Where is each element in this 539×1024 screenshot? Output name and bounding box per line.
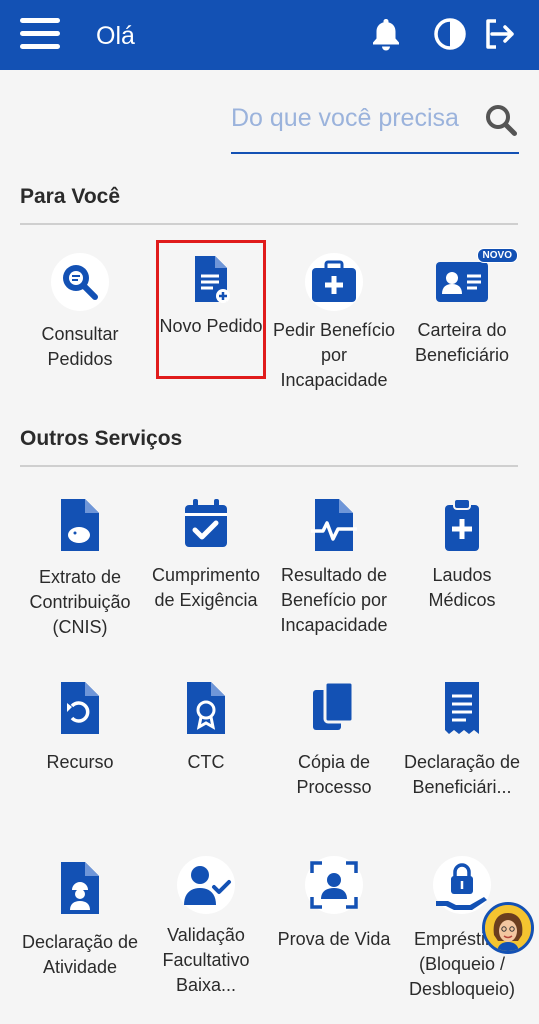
pulse-document-icon xyxy=(311,499,357,551)
new-badge: NOVO xyxy=(476,248,518,263)
tile-label: Recurso xyxy=(46,752,114,772)
tile-label: Resultado de Benefício por Incapacidade xyxy=(280,565,388,635)
tile-label: Cópia de Processo xyxy=(296,752,372,797)
tile-cumprimento-exigencia[interactable]: Cumprimento de Exigência xyxy=(142,495,270,613)
tile-label: Pedir Benefício por Incapacidade xyxy=(272,320,396,390)
tile-label: Consultar Pedidos xyxy=(41,324,119,369)
tile-label: CTC xyxy=(187,752,225,772)
tile-label: Laudos Médicos xyxy=(428,565,496,610)
undo-document-icon xyxy=(61,682,99,734)
greeting-title: Olá xyxy=(96,22,135,50)
tile-pedir-beneficio[interactable]: Pedir Benefício por Incapacidade xyxy=(270,252,398,393)
contrast-icon[interactable] xyxy=(432,16,468,52)
tile-declaracao-beneficiario[interactable]: Declaração de Beneficiári... xyxy=(398,680,526,800)
bell-icon[interactable] xyxy=(368,16,404,52)
logout-icon[interactable] xyxy=(482,16,518,52)
new-document-icon xyxy=(195,256,230,303)
tile-label: Declaração de Beneficiári... xyxy=(403,752,521,797)
tile-declaracao-atividade[interactable]: Declaração de Atividade xyxy=(16,860,144,980)
tile-carteira-beneficiario[interactable]: NOVO Carteira do Beneficiário xyxy=(398,248,526,368)
tile-laudos-medicos[interactable]: Laudos Médicos xyxy=(398,495,526,613)
tile-ctc[interactable]: CTC xyxy=(142,680,270,775)
tile-label: Declaração de Atividade xyxy=(21,932,139,977)
tile-validacao-facultativo[interactable]: Validação Facultativo Baixa... xyxy=(142,855,270,998)
assistant-avatar[interactable] xyxy=(482,902,534,954)
tile-prova-de-vida[interactable]: Prova de Vida xyxy=(270,855,398,952)
top-bar: Olá xyxy=(0,0,539,70)
worker-document-icon xyxy=(61,862,99,914)
copy-icon xyxy=(313,680,355,730)
section-title-para-voce: Para Você xyxy=(20,185,121,208)
tile-label: Cumprimento de Exigência xyxy=(151,565,261,610)
medical-clipboard-icon xyxy=(445,498,479,551)
search-field[interactable]: Do que você precisa xyxy=(231,96,519,154)
calendar-check-icon xyxy=(185,499,227,547)
tile-consultar-pedidos[interactable]: Consultar Pedidos xyxy=(16,252,144,372)
search-placeholder: Do que você precisa xyxy=(231,104,459,132)
tile-recurso[interactable]: Recurso xyxy=(16,680,144,775)
tile-novo-pedido[interactable]: Novo Pedido xyxy=(156,240,266,379)
tile-copia-processo[interactable]: Cópia de Processo xyxy=(270,680,398,800)
tile-extrato-cnis[interactable]: Extrato de Contribuição (CNIS) xyxy=(16,495,144,640)
search-icon[interactable] xyxy=(483,102,519,138)
tile-label: Extrato de Contribuição (CNIS) xyxy=(29,567,131,637)
certificate-document-icon xyxy=(187,682,225,734)
tile-label: Validação Facultativo Baixa... xyxy=(162,925,250,995)
divider xyxy=(20,465,518,467)
lock-hand-icon xyxy=(433,856,491,914)
menu-icon[interactable] xyxy=(20,18,60,52)
tile-resultado-beneficio[interactable]: Resultado de Benefício por Incapacidade xyxy=(270,495,398,638)
face-scan-icon xyxy=(305,856,363,914)
medical-kit-icon xyxy=(305,253,363,311)
piggy-bank-document-icon xyxy=(61,499,99,551)
section-title-outros-servicos: Outros Serviços xyxy=(20,427,183,450)
tile-label: Prova de Vida xyxy=(277,929,391,949)
search-document-icon xyxy=(51,253,109,311)
tile-label: Novo Pedido xyxy=(159,316,263,336)
receipt-icon xyxy=(445,682,479,734)
user-check-icon xyxy=(177,856,235,914)
divider xyxy=(20,223,518,225)
assistant-face-icon xyxy=(485,905,531,951)
tile-label: Carteira do Beneficiário xyxy=(414,320,510,365)
